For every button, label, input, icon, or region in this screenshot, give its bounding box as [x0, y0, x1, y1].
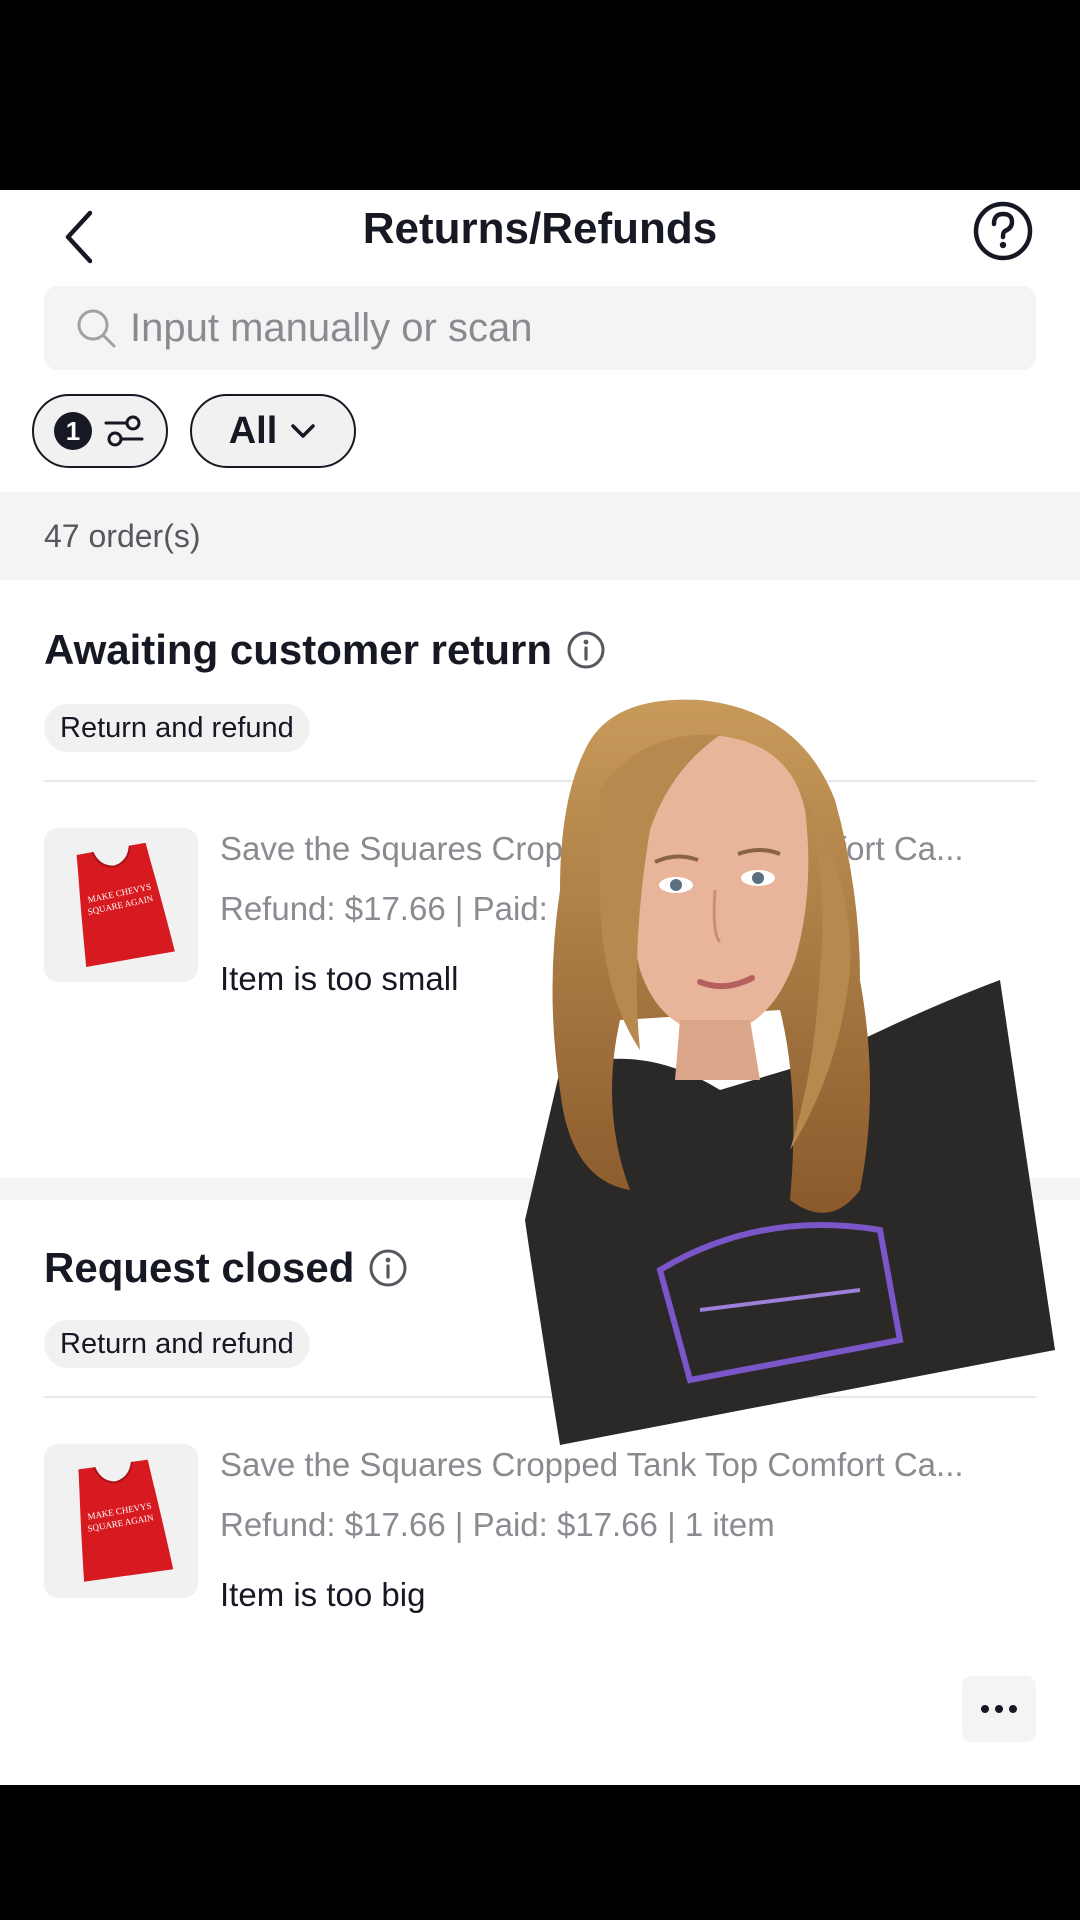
search-placeholder: Input manually or scan [130, 305, 533, 350]
chevron-down-icon [291, 424, 316, 438]
search-input[interactable]: Input manually or scan [44, 286, 1036, 370]
product-thumbnail[interactable]: MAKE CHEVYS SQUARE AGAIN [44, 1444, 198, 1598]
page-title: Returns/Refunds [362, 204, 718, 253]
product-name: Save the Squares Cropped Tank Top Comfor… [220, 1446, 964, 1483]
section-title-closed: Request closed [44, 1244, 408, 1292]
status-filter-label: All [228, 409, 278, 452]
section-separator [0, 1178, 1080, 1200]
return-reason: Item is too big [220, 1576, 426, 1613]
refund-price-line: Refund: $17.66 | Paid: $17.66 | 1 item [220, 890, 775, 927]
info-icon[interactable] [566, 630, 606, 670]
header: Returns/Refunds [0, 190, 1080, 280]
filter-button[interactable]: 1 [32, 394, 168, 468]
order-count: 47 order(s) [44, 517, 201, 554]
section-title-text: Awaiting customer return [44, 626, 552, 673]
info-icon[interactable] [368, 1248, 408, 1288]
divider [44, 1396, 1036, 1398]
tank-top-image: MAKE CHEVYS SQUARE AGAIN [78, 1459, 174, 1582]
return-reason: Item is too small [220, 960, 459, 997]
returns-screen: Returns/Refunds Input manually or scan 1… [0, 190, 1080, 1785]
more-options-button[interactable] [962, 1676, 1036, 1742]
divider [44, 780, 1036, 782]
request-type-tag: Return and refund [44, 704, 310, 752]
order-count-bar: 47 order(s) [0, 492, 1080, 580]
help-button[interactable] [972, 200, 1034, 262]
more-icon [981, 1705, 1017, 1713]
help-icon [973, 201, 1033, 261]
search-icon [77, 309, 116, 348]
product-thumbnail[interactable]: MAKE CHEVYS SQUARE AGAIN [44, 828, 198, 982]
product-name: Save the Squares Cropped Tank Top Comfor… [220, 830, 964, 867]
request-type-tag: Return and refund [44, 1320, 310, 1368]
filter-sliders-icon [104, 415, 144, 447]
refund-price-line: Refund: $17.66 | Paid: $17.66 | 1 item [220, 1506, 775, 1543]
tank-top-image: MAKE CHEVYS SQUARE AGAIN [76, 842, 175, 967]
section-title-text: Request closed [44, 1244, 355, 1291]
filter-count-badge: 1 [54, 412, 92, 450]
top-letterbox [0, 0, 1080, 190]
section-title-awaiting: Awaiting customer return [44, 626, 606, 674]
status-filter-dropdown[interactable]: All [190, 394, 356, 468]
bottom-letterbox [0, 1785, 1080, 1920]
